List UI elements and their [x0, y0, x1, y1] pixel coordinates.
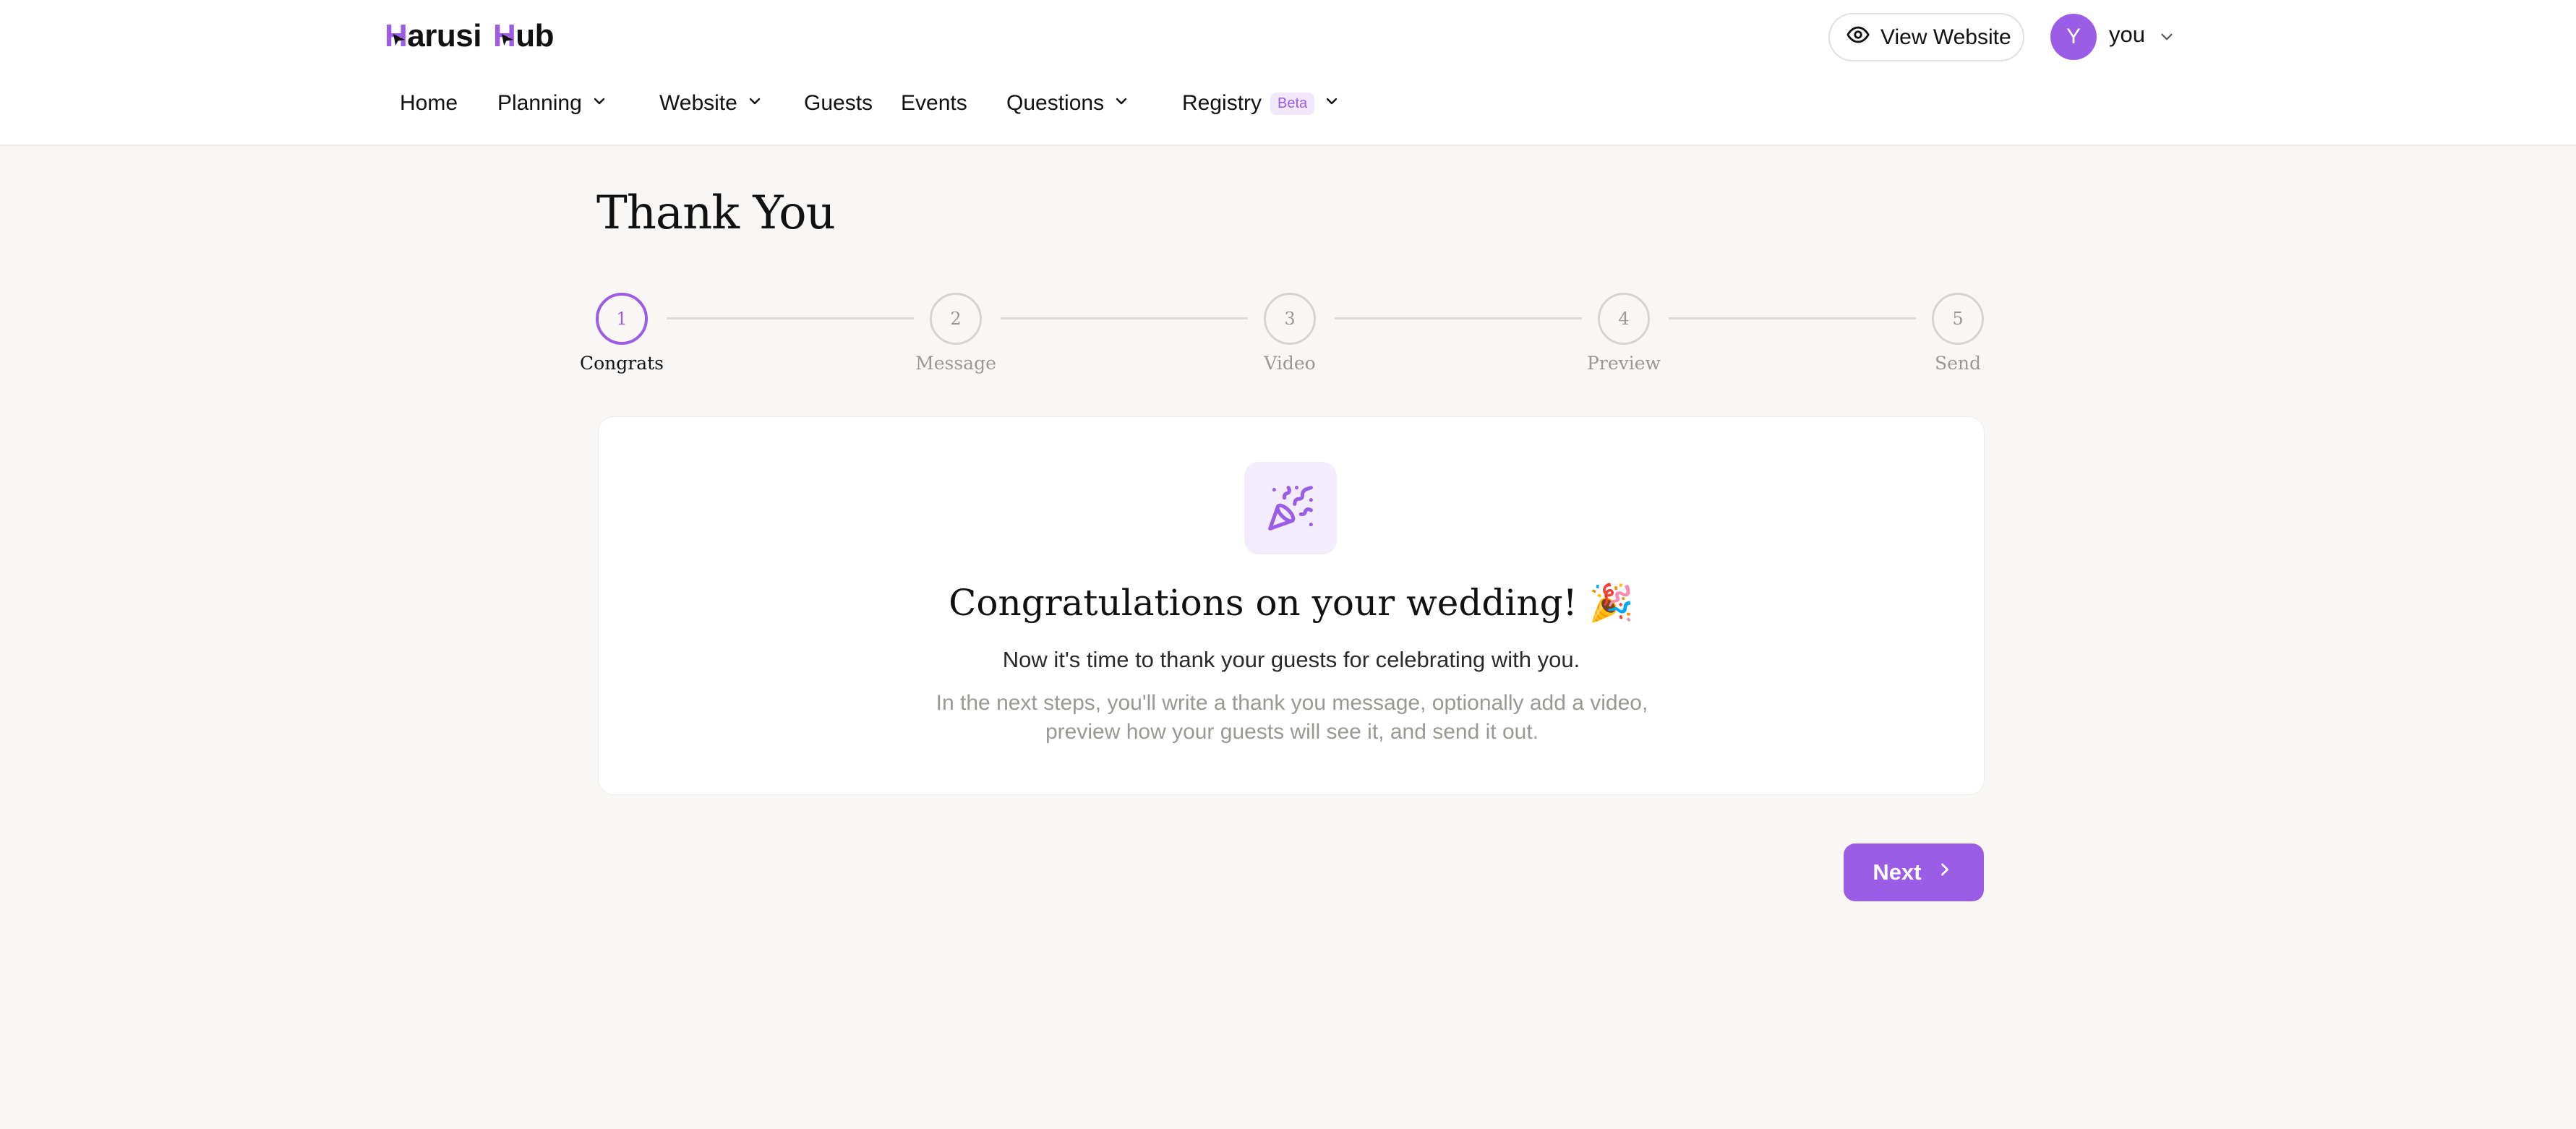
- nav-item-label: Questions: [1006, 91, 1105, 115]
- view-website-label: View Website: [1880, 25, 2011, 49]
- step-2-label: Message: [915, 353, 996, 374]
- step-4-label: Preview: [1587, 353, 1661, 374]
- chevron-down-icon: [1113, 91, 1130, 116]
- eye-icon: [1846, 22, 1870, 53]
- nav-item-events[interactable]: Events: [901, 85, 967, 121]
- next-button[interactable]: Next: [1844, 843, 1984, 901]
- step-connector: [1669, 317, 1916, 319]
- step-connector: [667, 317, 914, 319]
- top-header: Harusi Hub View Website Y you Home Planni…: [0, 0, 2576, 146]
- step-5-indicator[interactable]: 5: [1932, 293, 1984, 345]
- step-3-label: Video: [1264, 353, 1316, 374]
- beta-badge: Beta: [1270, 92, 1315, 115]
- step-3-indicator[interactable]: 3: [1264, 293, 1316, 345]
- chevron-down-icon: [591, 91, 608, 116]
- nav-item-home[interactable]: Home: [400, 85, 458, 121]
- next-button-label: Next: [1873, 859, 1922, 885]
- step-1-label: Congrats: [579, 353, 664, 374]
- logo-text-part1: arusi: [407, 18, 482, 53]
- chevron-down-icon[interactable]: [2157, 27, 2176, 46]
- chevron-right-icon: [1935, 859, 1955, 885]
- congrats-card: Congratulations on your wedding! 🎉 Now i…: [598, 416, 1985, 795]
- chevron-down-icon: [746, 91, 763, 116]
- step-1-indicator[interactable]: 1: [596, 293, 648, 345]
- step-connector: [1335, 317, 1582, 319]
- step-5-label: Send: [1934, 353, 1982, 374]
- card-subheading: Now it's time to thank your guests for c…: [1002, 647, 1580, 672]
- view-website-button[interactable]: View Website: [1828, 13, 2024, 61]
- nav-item-label: Events: [901, 91, 967, 115]
- card-description: In the next steps, you'll write a thank …: [936, 691, 1648, 744]
- logo[interactable]: Harusi Hub: [385, 14, 554, 58]
- nav-item-label: Guests: [804, 91, 873, 115]
- step-4-indicator[interactable]: 4: [1598, 293, 1650, 345]
- nav-item-label: Home: [400, 91, 458, 115]
- nav-item-label: Website: [659, 91, 737, 115]
- user-name[interactable]: you: [2109, 22, 2145, 48]
- nav-item-website[interactable]: Website: [659, 85, 763, 121]
- logo-mark-2: H: [492, 18, 516, 53]
- card-heading: Congratulations on your wedding! 🎉: [949, 582, 1634, 624]
- party-popper-icon: [1244, 462, 1337, 554]
- nav-item-guests[interactable]: Guests: [804, 85, 873, 121]
- stepper: 1 2 3 4 5 Congrats Message Video Preview…: [0, 289, 2576, 383]
- main-nav: Home Planning Website Guests Events Ques…: [0, 85, 2576, 121]
- nav-item-registry[interactable]: Registry Beta: [1182, 85, 1340, 121]
- logo-mark: H: [385, 18, 408, 53]
- logo-text-part2: ub: [515, 18, 554, 53]
- step-connector: [1001, 317, 1248, 319]
- nav-item-questions[interactable]: Questions: [1006, 85, 1130, 121]
- nav-item-label: Registry: [1182, 91, 1262, 115]
- page-title: Thank You: [596, 186, 836, 240]
- chevron-down-icon: [1323, 91, 1340, 116]
- step-2-indicator[interactable]: 2: [930, 293, 982, 345]
- avatar[interactable]: Y: [2050, 14, 2097, 60]
- nav-item-label: Planning: [497, 91, 582, 115]
- nav-item-planning[interactable]: Planning: [497, 85, 608, 121]
